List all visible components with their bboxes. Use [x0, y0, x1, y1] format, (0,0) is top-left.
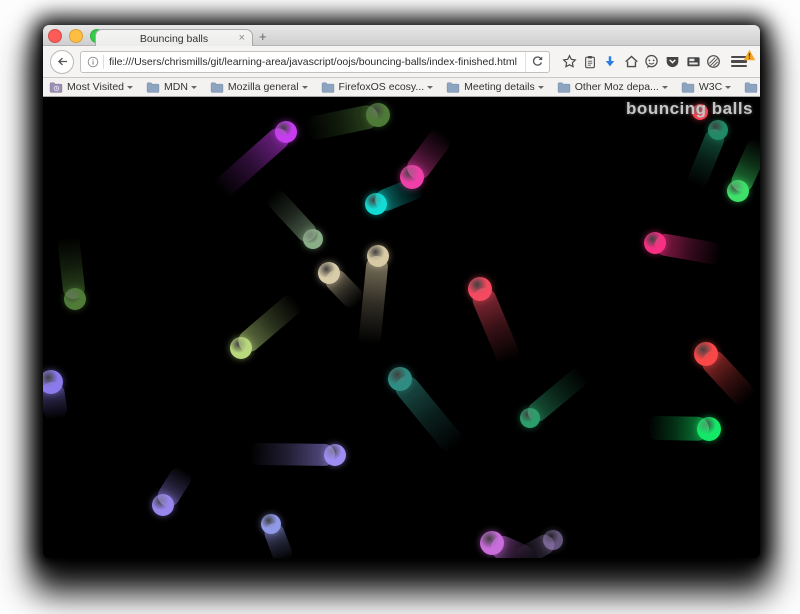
url-divider: [103, 55, 104, 69]
ball-periwinkle: [261, 514, 281, 534]
download-icon[interactable]: [601, 53, 619, 71]
url-bar[interactable]: file:///Users/chrismills/git/learning-ar…: [80, 51, 550, 73]
chevron-down-icon: [538, 86, 544, 89]
window-close-button[interactable]: [48, 29, 62, 43]
bookmark-star-icon[interactable]: [560, 53, 578, 71]
site-info-icon[interactable]: [81, 56, 103, 68]
window-minimize-button[interactable]: [69, 29, 83, 43]
bookmark-item-most-visited[interactable]: Most Visited: [49, 81, 133, 93]
navigation-toolbar: file:///Users/chrismills/git/learning-ar…: [43, 46, 760, 78]
menu-button[interactable]: [731, 53, 753, 71]
bookmark-item-w3c[interactable]: W3C: [681, 81, 731, 93]
ball-cyan: [365, 193, 387, 215]
toolbar-icons: [550, 53, 727, 71]
smart-folder-icon: [49, 82, 63, 93]
chevron-down-icon: [127, 86, 133, 89]
bookmark-label: Most Visited: [67, 81, 124, 93]
bookmark-item-games[interactable]: Games: [744, 81, 760, 93]
bouncing-balls-canvas: [43, 97, 760, 558]
back-arrow-icon: [56, 55, 69, 68]
ball-tan-column-trail: [358, 255, 389, 349]
folder-icon: [210, 82, 224, 93]
ball-dark-green: [366, 103, 390, 127]
ball-purple: [275, 121, 297, 143]
bookmark-item-mozilla-general[interactable]: Mozilla general: [210, 81, 308, 93]
pocket-icon[interactable]: [664, 53, 682, 71]
url-text: file:///Users/chrismills/git/learning-ar…: [109, 56, 525, 68]
bookmark-item-firefoxos-ecosy[interactable]: FirefoxOS ecosy...: [321, 81, 434, 93]
ball-yellow-green: [230, 337, 252, 359]
chevron-down-icon: [662, 86, 668, 89]
chevron-down-icon: [427, 86, 433, 89]
folder-icon: [557, 82, 571, 93]
bookmark-label: FirefoxOS ecosy...: [339, 81, 425, 93]
reload-icon: [531, 55, 544, 68]
desktop-background: Bouncing balls × + file:///Users/chrismi…: [0, 0, 800, 614]
bookmark-item-other-moz-depa[interactable]: Other Moz depa...: [557, 81, 668, 93]
ball-forest-green: [64, 288, 86, 310]
chat-bubble-icon[interactable]: [643, 53, 661, 71]
ball-magenta: [400, 165, 424, 189]
ball-violet-horizontal: [324, 444, 346, 466]
ball-orchid-ghost: [543, 530, 563, 550]
folder-icon: [146, 82, 160, 93]
folder-icon: [446, 82, 460, 93]
ball-violet: [152, 494, 174, 516]
folder-icon: [744, 82, 758, 93]
bookmark-label: W3C: [699, 81, 722, 93]
tab-title: Bouncing balls: [140, 33, 208, 45]
ball-green: [727, 180, 749, 202]
warning-badge-icon: [743, 48, 756, 66]
chevron-down-icon: [191, 86, 197, 89]
ball-violet-horizontal-trail: [247, 443, 335, 466]
chevron-down-icon: [725, 86, 731, 89]
ball-deep-pink: [644, 232, 666, 254]
titlebar: Bouncing balls × +: [43, 25, 760, 46]
bookmark-item-meeting-details[interactable]: Meeting details: [446, 81, 544, 93]
folder-icon: [681, 82, 695, 93]
chevron-down-icon: [302, 86, 308, 89]
ball-seagreen: [520, 408, 540, 428]
bookmark-label: Mozilla general: [228, 81, 299, 93]
new-tab-button[interactable]: +: [259, 30, 267, 44]
tab-bouncing-balls[interactable]: Bouncing balls ×: [95, 29, 253, 47]
ball-orchid: [480, 531, 504, 555]
reload-button[interactable]: [525, 52, 549, 72]
home-icon[interactable]: [622, 53, 640, 71]
tab-close-icon[interactable]: ×: [239, 31, 245, 46]
bookmarks-toolbar: Most Visited MDN Mozilla general FirefoxOS …: [43, 78, 760, 97]
folder-icon: [321, 82, 335, 93]
browser-window: Bouncing balls × + file:///Users/chrismi…: [43, 25, 760, 558]
scribble-circle-icon[interactable]: [705, 53, 723, 71]
ball-crimson: [468, 277, 492, 301]
ball-teal: [388, 367, 412, 391]
bookmark-label: Meeting details: [464, 81, 535, 93]
page-viewport: bouncing balls: [43, 97, 760, 558]
back-button[interactable]: [50, 50, 74, 74]
bookmark-label: Other Moz depa...: [575, 81, 659, 93]
ball-tan-small: [318, 262, 340, 284]
bookmark-item-mdn[interactable]: MDN: [146, 81, 197, 93]
youtube-share-icon[interactable]: [684, 53, 702, 71]
ball-teal-small: [708, 120, 728, 140]
ball-soft-seagreen: [303, 229, 323, 249]
ball-red: [694, 342, 718, 366]
page-title: bouncing balls: [626, 99, 753, 119]
ball-tan-column: [367, 245, 389, 267]
bookmark-label: MDN: [164, 81, 188, 93]
clipboard-icon[interactable]: [581, 53, 599, 71]
ball-spring-green: [697, 417, 721, 441]
bookmark-items: Most Visited MDN Mozilla general FirefoxOS …: [49, 81, 760, 93]
